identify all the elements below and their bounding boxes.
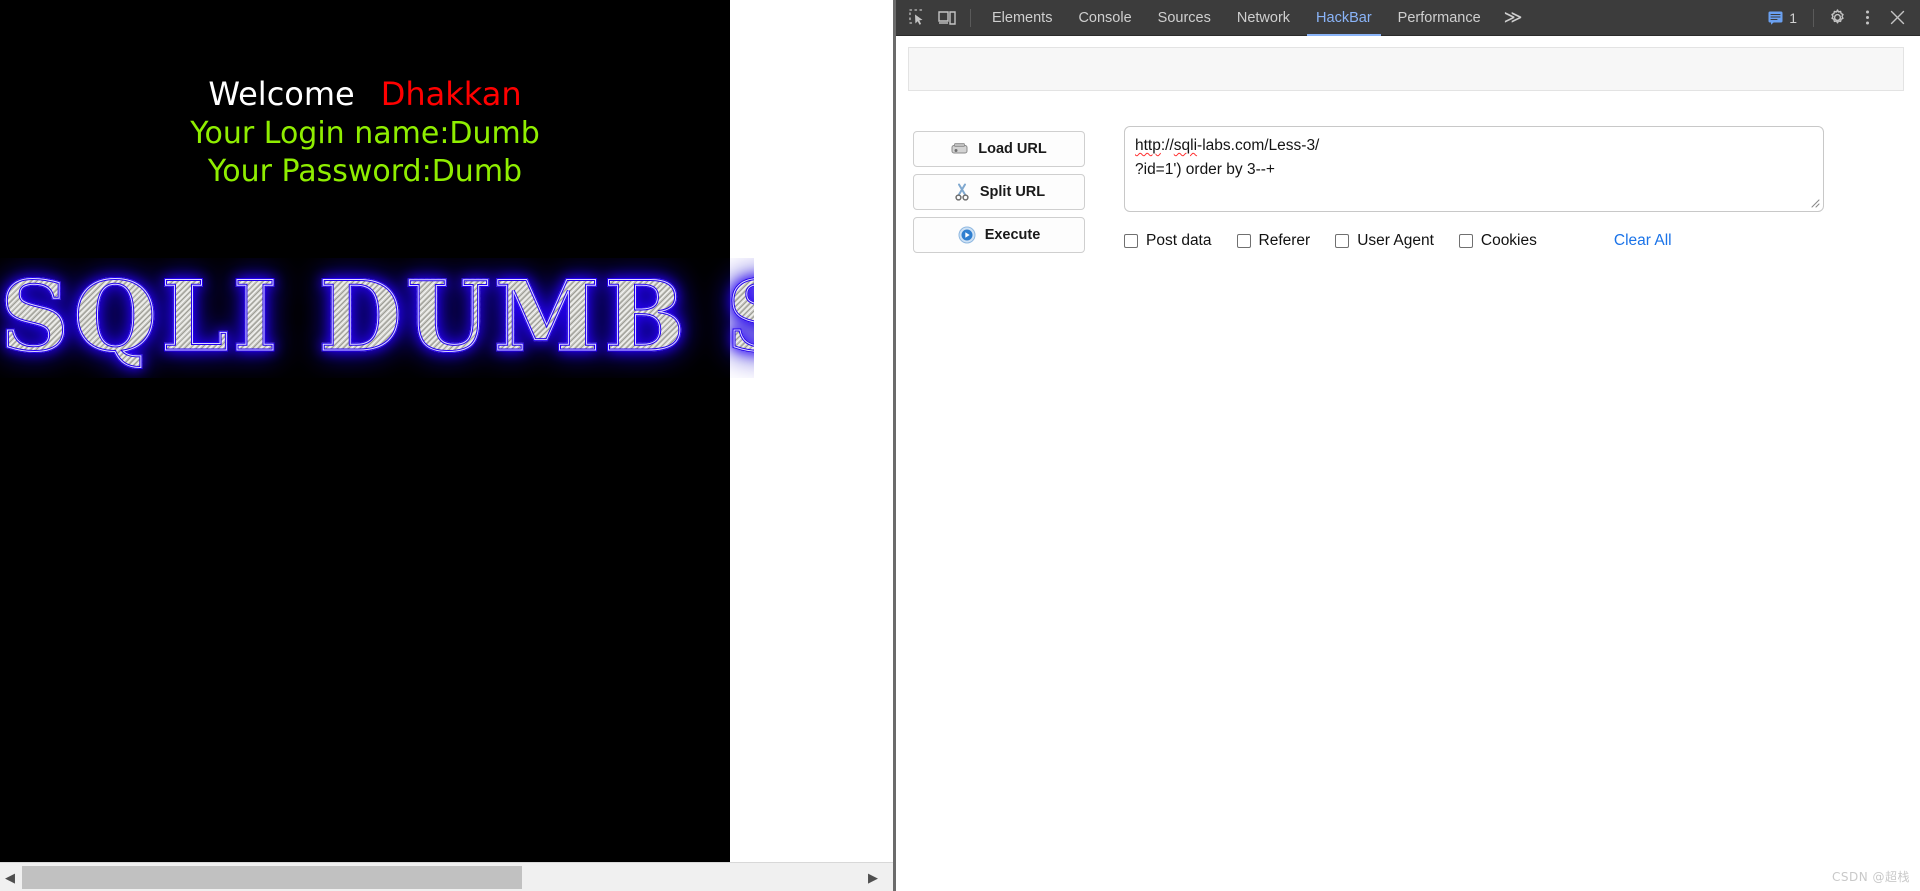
referer-checkbox[interactable] — [1236, 234, 1251, 248]
post-data-checkbox[interactable] — [1124, 234, 1138, 248]
post-data-label: Post data — [1146, 232, 1212, 249]
toolbar-divider — [970, 8, 971, 27]
textarea-resize-grip[interactable] — [1808, 196, 1822, 210]
device-toolbar-icon[interactable] — [932, 4, 962, 32]
toolbar-divider-right — [1813, 8, 1814, 27]
tab-sources[interactable]: Sources — [1145, 0, 1224, 36]
hackbar-body: Load URL Split URL Execute http://sqli-l… — [896, 104, 1920, 891]
load-url-label: Load URL — [978, 141, 1047, 157]
scissors-icon — [953, 183, 971, 201]
screen-root: Welcome Dhakkan Your Login name:Dumb Your… — [0, 0, 1920, 891]
tab-elements-label: Elements — [992, 9, 1053, 26]
csdn-watermark: CSDN @超栈 — [1831, 870, 1910, 884]
tab-elements[interactable]: Elements — [979, 0, 1065, 36]
cookies-label: Cookies — [1480, 232, 1537, 249]
split-url-button[interactable]: Split URL — [913, 174, 1085, 210]
message-icon — [1768, 11, 1783, 25]
load-url-icon — [951, 140, 969, 158]
scrollbar-thumb[interactable] — [22, 866, 522, 889]
hackbar-action-buttons: Load URL Split URL Execute — [913, 131, 1085, 260]
kebab-menu-icon[interactable] — [1852, 4, 1882, 32]
page-horizontal-scrollbar[interactable]: ◀ ▶ — [0, 862, 893, 891]
split-url-label: Split URL — [979, 184, 1046, 200]
tab-network-label: Network — [1236, 9, 1291, 26]
welcome-username-text: Dhakkan — [380, 75, 522, 113]
more-tabs-chevron-icon[interactable]: ≫ — [1494, 0, 1533, 36]
option-post-data[interactable]: Post data — [1124, 232, 1212, 250]
sqli-dumb-banner: SQLI DUMB S SQLI DUMB S — [0, 258, 754, 378]
console-message-count: 1 — [1789, 9, 1797, 26]
cookies-checkbox[interactable] — [1458, 234, 1473, 248]
user-agent-label: User Agent — [1357, 232, 1434, 249]
url-input-textarea[interactable]: http://sqli-labs.com/Less-3/ ?id=1') orde… — [1124, 126, 1824, 212]
tab-network[interactable]: Network — [1224, 0, 1303, 36]
scroll-right-arrow-icon[interactable]: ▶ — [863, 863, 883, 891]
user-agent-checkbox[interactable] — [1335, 234, 1350, 248]
url-line2-query: ?id=1') order by 3--+ — [1135, 161, 1275, 178]
welcome-heading: Welcome Dhakkan — [0, 72, 730, 116]
password-text: Your Password:Dumb — [207, 154, 523, 189]
console-messages-badge[interactable]: 1 — [1760, 10, 1805, 26]
load-url-button[interactable]: Load URL — [913, 131, 1085, 167]
devtools-toolbar-right: 1 — [1760, 0, 1914, 36]
referer-label: Referer — [1258, 232, 1311, 249]
login-name-text: Your Login name:Dumb — [190, 116, 540, 151]
browser-page-viewport: Welcome Dhakkan Your Login name:Dumb Your… — [0, 0, 893, 891]
hackbar-top-toolbar — [908, 47, 1904, 91]
tab-console[interactable]: Console — [1065, 0, 1144, 36]
page-content-canvas: Welcome Dhakkan Your Login name:Dumb Your… — [0, 0, 893, 862]
url-line1-separator: :// — [1160, 137, 1174, 154]
play-icon — [958, 226, 976, 244]
hackbar-options-row: Post data Referer User Agent Cookies Cle… — [1124, 232, 1672, 250]
option-cookies[interactable]: Cookies — [1458, 232, 1537, 250]
url-line1-host: sqli — [1173, 137, 1198, 154]
welcome-prefix-text: Welcome — [208, 75, 355, 113]
clear-all-link[interactable]: Clear All — [1614, 232, 1672, 250]
page-right-gutter — [730, 0, 893, 862]
option-user-agent[interactable]: User Agent — [1335, 232, 1434, 250]
tab-performance-label: Performance — [1397, 9, 1481, 26]
url-line1-rest: -labs.com/Less-3/ — [1197, 137, 1320, 154]
hackbar-panel: Load URL Split URL Execute http://sqli-l… — [896, 36, 1920, 891]
close-icon[interactable] — [1882, 4, 1912, 32]
devtools-toolbar: Elements Console Sources Network HackBar… — [896, 0, 1920, 36]
devtools-panel: Elements Console Sources Network HackBar… — [896, 0, 1920, 891]
gear-icon[interactable] — [1822, 4, 1852, 32]
sqli-banner-text: SQLI DUMB S — [0, 258, 754, 376]
inspect-element-icon[interactable] — [902, 4, 932, 32]
tab-sources-label: Sources — [1157, 9, 1211, 26]
tab-console-label: Console — [1078, 9, 1132, 26]
scroll-left-arrow-icon[interactable]: ◀ — [0, 863, 20, 891]
execute-button[interactable]: Execute — [913, 217, 1085, 253]
tab-hackbar-label: HackBar — [1316, 9, 1372, 26]
tab-performance[interactable]: Performance — [1385, 0, 1494, 36]
execute-label: Execute — [984, 227, 1041, 243]
tab-hackbar[interactable]: HackBar — [1303, 0, 1385, 36]
url-line1-protocol: http — [1135, 137, 1161, 154]
option-referer[interactable]: Referer — [1236, 232, 1311, 250]
